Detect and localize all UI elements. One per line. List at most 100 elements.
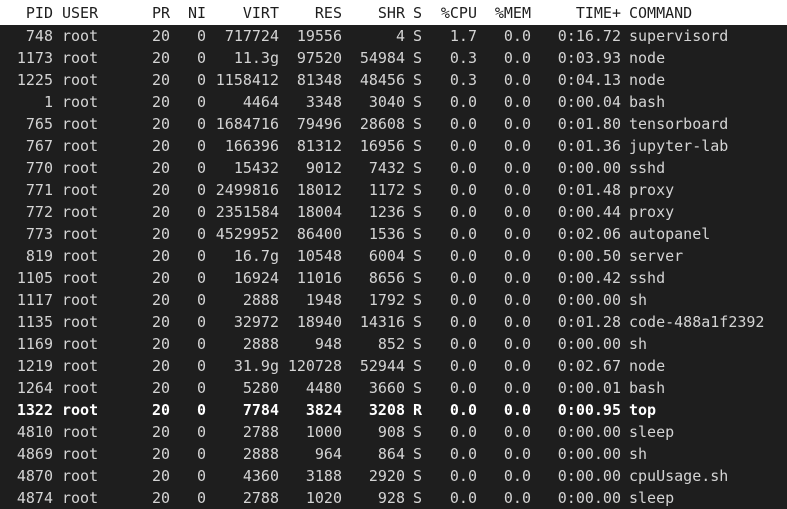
cell-virt: 11.3g [233,49,279,67]
cell-user: root [62,379,99,397]
cell-cpu: 0.0 [449,445,477,463]
cell-virt: 2888 [242,445,279,463]
cell-mem: 0.0 [503,401,531,419]
cell-virt: 16924 [233,269,279,287]
cell-pid: 1225 [16,71,53,89]
cell-time: 0:01.48 [557,181,621,199]
cell-command: node [629,357,666,375]
cell-s: S [413,357,423,375]
cell-user: root [62,423,99,441]
cell-s: S [413,115,423,133]
process-row[interactable]: 819 root 20 0 16.7g 10548 6004 S 0.0 0.0 0:00.50 se… [0,245,787,267]
cell-user: root [62,71,99,89]
process-row[interactable]: 4810 root 20 0 2788 1000 908 S 0.0 0.0 0:00.00 slee… [0,421,787,443]
column-header-pr: PR [151,4,170,22]
cell-pid: 771 [25,181,53,199]
cell-cpu: 0.0 [449,423,477,441]
cell-cpu: 0.0 [449,269,477,287]
process-row[interactable]: 4869 root 20 0 2888 964 864 S 0.0 0.0 0:00.00 sh [0,443,787,465]
cell-mem: 0.0 [503,467,531,485]
cell-command: proxy [629,181,675,199]
cell-time: 0:00.50 [557,247,621,265]
process-row[interactable]: 1117 root 20 0 2888 1948 1792 S 0.0 0.0 0:00.00 sh [0,289,787,311]
cell-user: root [62,269,99,287]
process-row[interactable]: 773 root 20 0 4529952 86400 1536 S 0.0 0.0 0:02.06… [0,223,787,245]
cell-res: 18940 [296,313,342,331]
cell-ni: 0 [196,181,206,199]
cell-time: 0:16.72 [557,27,621,45]
process-row[interactable]: 767 root 20 0 166396 81312 16956 S 0.0 0.0 0:01.36… [0,135,787,157]
cell-time: 0:00.00 [557,335,621,353]
cell-pid: 1117 [16,291,53,309]
cell-pr: 20 [151,203,170,221]
cell-command: cpuUsage.sh [629,467,729,485]
cell-pr: 20 [151,159,170,177]
process-row[interactable]: 1225 root 20 0 1158412 81348 48456 S 0.3 0.0 0:04.… [0,69,787,91]
cell-s: R [413,401,423,419]
process-row[interactable]: 1173 root 20 0 11.3g 97520 54984 S 0.3 0.0 0:03.93… [0,47,787,69]
cell-time: 0:00.00 [557,445,621,463]
cell-s: S [413,137,423,155]
cell-user: root [62,291,99,309]
cell-mem: 0.0 [503,27,531,45]
cell-shr: 28608 [359,115,405,133]
cell-shr: 4 [395,27,405,45]
terminal-window[interactable]: PID USER PR NI VIRT RES SHR S %CPU %MEM TIME+ COMMA… [0,0,787,509]
column-header-ni: NI [187,4,206,22]
process-row[interactable]: 1169 root 20 0 2888 948 852 S 0.0 0.0 0:00.00 sh [0,333,787,355]
column-header-s: S [413,4,423,22]
process-row[interactable]: 771 root 20 0 2499816 18012 1172 S 0.0 0.0 0:01.48… [0,179,787,201]
cell-ni: 0 [196,247,206,265]
process-row[interactable]: 772 root 20 0 2351584 18004 1236 S 0.0 0.0 0:00.44… [0,201,787,223]
cell-virt: 2888 [242,291,279,309]
cell-shr: 1172 [368,181,405,199]
cell-virt: 1158412 [215,71,279,89]
cell-virt: 15432 [233,159,279,177]
cell-shr: 52944 [359,357,405,375]
cell-pid: 765 [25,115,53,133]
process-row[interactable]: 1 root 20 0 4464 3348 3040 S 0.0 0.0 0:00.04 bash [0,91,787,113]
process-row[interactable]: 1105 root 20 0 16924 11016 8656 S 0.0 0.0 0:00.42 s… [0,267,787,289]
cell-command: proxy [629,203,675,221]
process-row[interactable]: 1219 root 20 0 31.9g 120728 52944 S 0.0 0.0 0:02.6… [0,355,787,377]
process-table-header: PID USER PR NI VIRT RES SHR S %CPU %MEM TIME+ COMMA… [0,0,787,25]
cell-shr: 48456 [359,71,405,89]
process-row[interactable]: 1322 root 20 0 7784 3824 3208 R 0.0 0.0 0:00.95 top [0,399,787,421]
cell-ni: 0 [196,489,206,507]
cell-virt: 4464 [242,93,279,111]
cell-user: root [62,49,99,67]
cell-s: S [413,467,423,485]
cell-command: top [629,401,657,419]
cell-user: root [62,313,99,331]
cell-pr: 20 [151,49,170,67]
column-header-res: RES [314,4,342,22]
cell-pr: 20 [151,269,170,287]
process-row[interactable]: 1135 root 20 0 32972 18940 14316 S 0.0 0.0 0:01.28… [0,311,787,333]
cell-virt: 717724 [224,27,279,45]
process-row[interactable]: 748 root 20 0 717724 19556 4 S 1.7 0.0 0:16.72 supe… [0,25,787,47]
cell-cpu: 0.0 [449,225,477,243]
process-row[interactable]: 770 root 20 0 15432 9012 7432 S 0.0 0.0 0:00.00 ssh… [0,157,787,179]
cell-shr: 1536 [368,225,405,243]
cell-ni: 0 [196,115,206,133]
process-row[interactable]: 765 root 20 0 1684716 79496 28608 S 0.0 0.0 0:01.8… [0,113,787,135]
cell-res: 97520 [296,49,342,67]
cell-s: S [413,93,423,111]
cell-command: sh [629,291,648,309]
cell-user: root [62,137,99,155]
process-row[interactable]: 4874 root 20 0 2788 1020 928 S 0.0 0.0 0:00.00 slee… [0,487,787,509]
cell-user: root [62,445,99,463]
cell-pr: 20 [151,71,170,89]
cell-pid: 767 [25,137,53,155]
cell-s: S [413,269,423,287]
process-row[interactable]: 1264 root 20 0 5280 4480 3660 S 0.0 0.0 0:00.01 bas… [0,377,787,399]
cell-command: code-488a1f2392 [629,313,765,331]
cell-command: node [629,49,666,67]
cell-cpu: 0.0 [449,401,477,419]
cell-s: S [413,159,423,177]
cell-mem: 0.0 [503,269,531,287]
cell-pr: 20 [151,313,170,331]
process-row[interactable]: 4870 root 20 0 4360 3188 2920 S 0.0 0.0 0:00.00 cpu… [0,465,787,487]
cell-s: S [413,181,423,199]
cell-shr: 16956 [359,137,405,155]
